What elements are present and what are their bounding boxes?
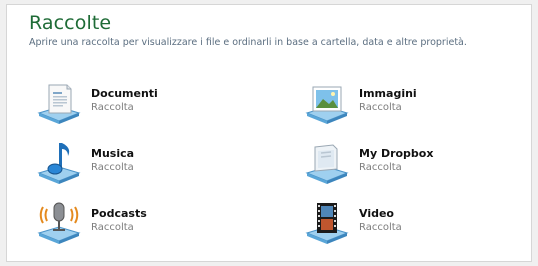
library-type: Raccolta bbox=[91, 222, 134, 233]
library-list: Documenti Raccolta Immagini Raccolta Mus… bbox=[7, 77, 531, 247]
pictures-library-icon bbox=[303, 79, 349, 125]
libraries-window: Raccolte Aprire una raccolta per visuali… bbox=[6, 4, 532, 262]
library-name: My Dropbox bbox=[359, 147, 434, 160]
library-item-documenti[interactable]: Documenti Raccolta bbox=[35, 79, 255, 127]
library-type: Raccolta bbox=[359, 102, 402, 113]
dropbox-library-icon bbox=[303, 139, 349, 185]
video-library-icon bbox=[303, 199, 349, 245]
library-item-my-dropbox[interactable]: My Dropbox Raccolta bbox=[303, 139, 523, 187]
library-type: Raccolta bbox=[91, 162, 134, 173]
library-item-podcasts[interactable]: Podcasts Raccolta bbox=[35, 199, 255, 247]
library-name: Immagini bbox=[359, 87, 417, 100]
library-name: Musica bbox=[91, 147, 135, 160]
documents-library-icon bbox=[35, 79, 81, 125]
library-type: Raccolta bbox=[359, 222, 402, 233]
library-type: Raccolta bbox=[359, 162, 402, 173]
library-type: Raccolta bbox=[91, 102, 134, 113]
library-item-video[interactable]: Video Raccolta bbox=[303, 199, 523, 247]
library-name: Podcasts bbox=[91, 207, 147, 220]
libraries-header: Raccolte Aprire una raccolta per visuali… bbox=[29, 11, 523, 48]
library-name: Documenti bbox=[91, 87, 158, 100]
music-library-icon bbox=[35, 139, 81, 185]
library-name: Video bbox=[359, 207, 394, 220]
podcasts-library-icon bbox=[35, 199, 81, 245]
page-subtitle: Aprire una raccolta per visualizzare i f… bbox=[29, 37, 467, 48]
page-title: Raccolte bbox=[29, 12, 112, 34]
library-item-immagini[interactable]: Immagini Raccolta bbox=[303, 79, 523, 127]
library-item-musica[interactable]: Musica Raccolta bbox=[35, 139, 255, 187]
